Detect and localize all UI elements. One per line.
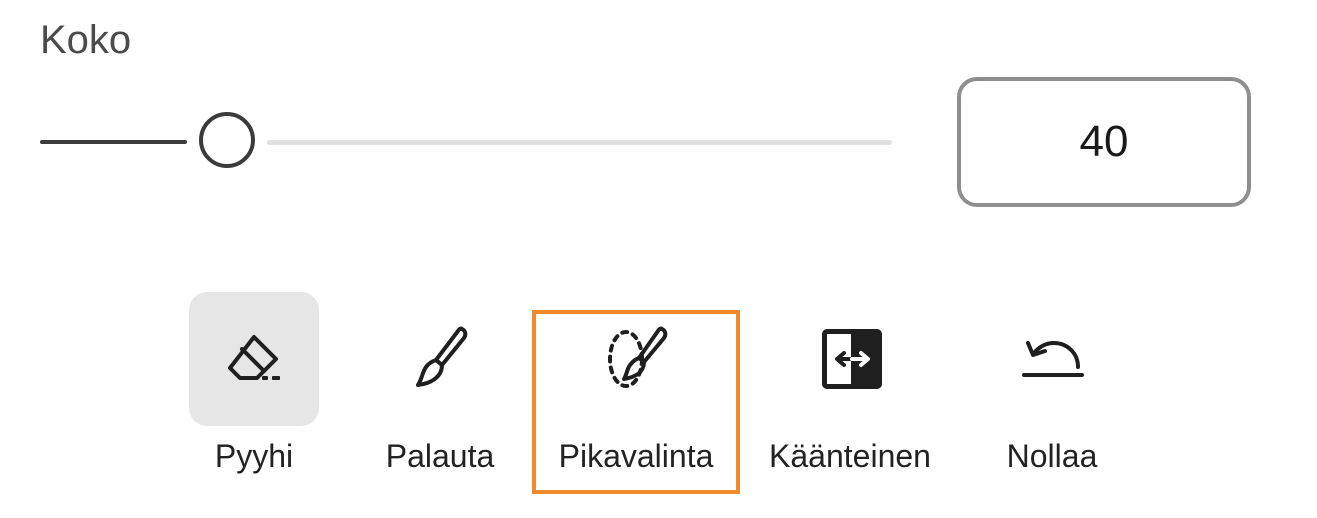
tool-quick-select-icon-wrap	[571, 292, 701, 426]
tool-invert-label: Käänteinen	[769, 438, 931, 474]
tool-invert[interactable]: Käänteinen	[750, 292, 950, 492]
size-slider[interactable]	[40, 110, 892, 174]
tool-reset-icon-wrap	[987, 292, 1117, 426]
tool-reset[interactable]: Nollaa	[952, 292, 1152, 492]
slider-fill	[40, 140, 188, 144]
slider-track[interactable]	[267, 140, 892, 145]
size-label: Koko	[40, 18, 132, 62]
size-value: 40	[1079, 117, 1129, 166]
tool-invert-icon-wrap	[785, 292, 915, 426]
invert-icon	[822, 329, 882, 389]
size-value-field[interactable]: 40	[957, 77, 1251, 207]
tool-quick-select-label: Pikavalinta	[558, 438, 714, 474]
tool-erase-label: Pyyhi	[214, 438, 294, 474]
quick-select-brush-icon	[608, 326, 668, 388]
eraser-icon	[228, 335, 280, 380]
reset-icon	[1022, 341, 1084, 377]
tool-restore-label: Palauta	[385, 438, 495, 474]
tool-reset-label: Nollaa	[1006, 438, 1098, 474]
brush-icon	[416, 326, 468, 387]
slider-thumb[interactable]	[199, 112, 256, 168]
brush-size-panel: Koko 40 Pyyhi Palauta Pikavalinta Käänte…	[0, 0, 1317, 518]
tool-erase-icon-wrap	[189, 292, 319, 426]
tool-quick-select[interactable]: Pikavalinta	[536, 292, 736, 492]
tool-restore[interactable]: Palauta	[340, 292, 540, 492]
tool-erase[interactable]: Pyyhi	[154, 292, 354, 492]
tool-restore-icon-wrap	[375, 292, 505, 426]
